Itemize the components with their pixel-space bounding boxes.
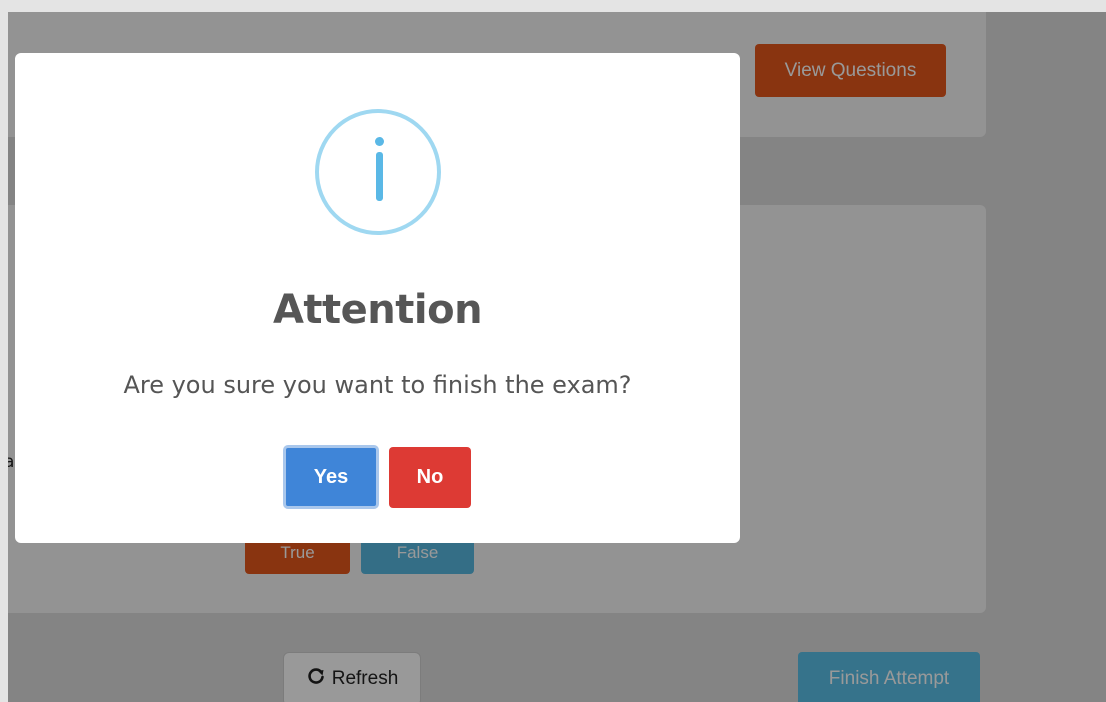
confirm-dialog: Attention Are you sure you want to finis…: [15, 53, 740, 543]
info-icon: [315, 109, 441, 235]
no-button[interactable]: No: [389, 447, 471, 508]
dialog-title: Attention: [272, 287, 483, 333]
dialog-message: Are you sure you want to finish the exam…: [123, 371, 632, 399]
info-icon-dot: [375, 137, 384, 146]
yes-button[interactable]: Yes: [283, 445, 379, 509]
info-icon-bar: [376, 152, 383, 201]
app-frame: View Questions a True False Refresh Fini…: [8, 12, 1106, 702]
